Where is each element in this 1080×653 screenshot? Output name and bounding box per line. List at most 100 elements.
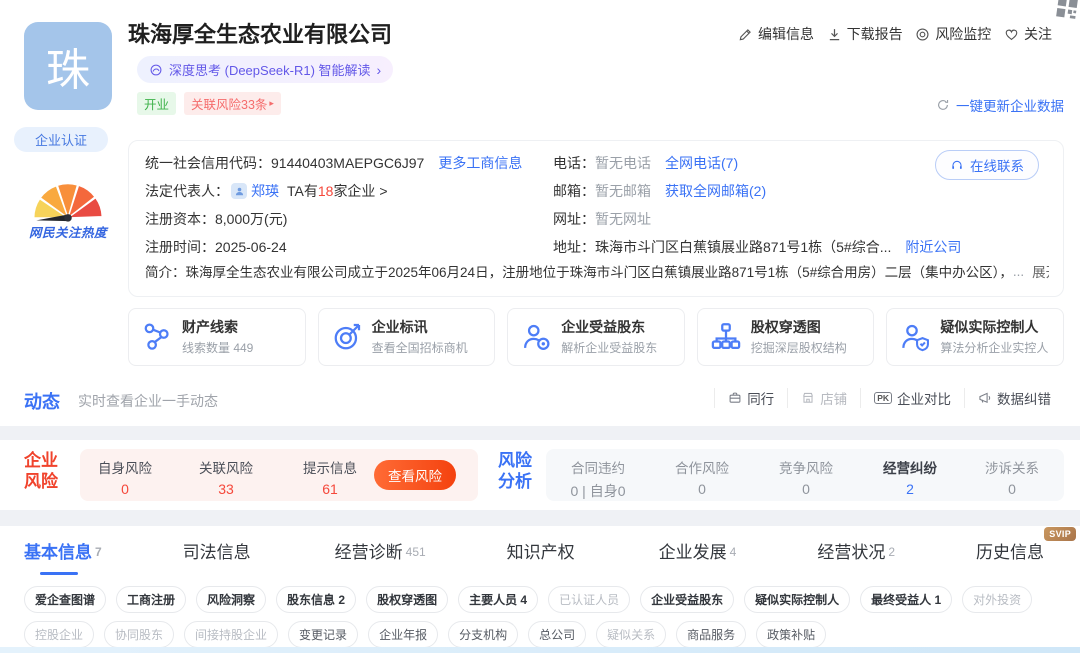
stat-label: 自身风险 bbox=[80, 457, 170, 477]
legal-rep-suffix-link[interactable]: 家企业 > bbox=[333, 181, 387, 201]
edit-info-button[interactable]: 编辑信息 bbox=[738, 24, 814, 44]
download-report-button[interactable]: 下载报告 bbox=[827, 24, 903, 44]
download-report-label: 下载报告 bbox=[847, 24, 903, 44]
tab-intellectual-property[interactable]: 知识产权 bbox=[507, 538, 578, 575]
pill-risk-insight[interactable]: 风险洞察 bbox=[196, 586, 266, 613]
card-subtitle: 挖掘深层股权结构 bbox=[751, 339, 847, 356]
tab-label: 企业发展 bbox=[659, 543, 727, 562]
contract-breach-col[interactable]: 合同违约 0 | 自身0 bbox=[546, 457, 650, 501]
enterprise-risk-title-line1: 企业 bbox=[24, 450, 58, 471]
expand-link[interactable]: 展开 ∨ bbox=[1032, 261, 1049, 281]
card-equity-chart[interactable]: 股权穿透图 挖掘深层股权结构 bbox=[697, 308, 875, 366]
reg-date-row: 注册时间： 2025-06-24 bbox=[145, 237, 287, 257]
correction-horn-icon bbox=[978, 391, 992, 405]
pill-goods-services[interactable]: 商品服务 bbox=[676, 621, 746, 648]
pill-change-records[interactable]: 变更记录 bbox=[288, 621, 358, 648]
pill-key-personnel[interactable]: 主要人员 4 bbox=[458, 586, 538, 613]
tab-label: 历史信息 bbox=[976, 543, 1044, 562]
business-dispute-col[interactable]: 经营纠纷 2 bbox=[858, 457, 962, 497]
pill-business-registration[interactable]: 工商注册 bbox=[116, 586, 186, 613]
sub-nav-pills: 爱企查图谱 工商注册 风险洞察 股东信息 2 股权穿透图 主要人员 4 已认证人… bbox=[24, 586, 1070, 648]
dynamics-title: 动态 bbox=[24, 388, 60, 414]
tab-operation-diagnosis[interactable]: 经营诊断451 bbox=[335, 538, 426, 575]
legal-rep-label: 法定代表人： bbox=[145, 181, 229, 201]
active-tab-underline bbox=[40, 572, 78, 576]
legal-rep-count: 18 bbox=[318, 183, 334, 199]
qr-code-icon[interactable] bbox=[1055, 0, 1080, 20]
email-row: 邮箱： 暂无邮箱 获取全网邮箱(2) bbox=[553, 181, 766, 201]
nearby-companies-link[interactable]: 附近公司 bbox=[905, 237, 961, 257]
tab-basic-info[interactable]: 基本信息7 bbox=[24, 538, 102, 575]
deepseek-ai-badge[interactable]: 深度思考 (DeepSeek-R1) 智能解读 › bbox=[137, 56, 393, 83]
card-title: 股权穿透图 bbox=[751, 319, 847, 336]
card-asset-clues[interactable]: 财产线索 线索数量 449 bbox=[128, 308, 306, 366]
pill-certified-personnel: 已认证人员 bbox=[548, 586, 630, 613]
person-icon bbox=[231, 183, 247, 199]
download-icon bbox=[827, 27, 842, 42]
legal-rep-name-link[interactable]: 郑瑛 bbox=[251, 181, 279, 201]
intro-text: 珠海厚全生态农业有限公司成立于2025年06月24日，注册地位于珠海市斗门区白蕉… bbox=[186, 261, 1013, 281]
analysis-label: 合同违约 bbox=[546, 457, 650, 477]
tab-company-development[interactable]: 企业发展4 bbox=[659, 538, 737, 575]
card-beneficial-shareholders[interactable]: 企业受益股东 解析企业受益股东 bbox=[507, 308, 685, 366]
get-email-link[interactable]: 获取全网邮箱(2) bbox=[665, 181, 766, 201]
update-data-link[interactable]: 一键更新企业数据 bbox=[920, 95, 1064, 115]
reg-date-value: 2025-06-24 bbox=[215, 239, 287, 255]
tab-count: 2 bbox=[888, 545, 895, 559]
company-compare-link[interactable]: PK 企业对比 bbox=[860, 388, 964, 408]
related-risk-stat[interactable]: 关联风险 33 bbox=[181, 457, 271, 497]
competition-risk-col[interactable]: 竞争风险 0 bbox=[754, 457, 858, 497]
legal-rep-mid: TA有 bbox=[287, 181, 318, 201]
email-empty-value: 暂无邮箱 bbox=[595, 181, 651, 201]
pill-suspected-controller[interactable]: 疑似实际控制人 bbox=[744, 586, 850, 613]
cooperation-risk-col[interactable]: 合作风险 0 bbox=[650, 457, 754, 497]
pill-beneficial-shareholders[interactable]: 企业受益股东 bbox=[640, 586, 734, 613]
reg-capital-label: 注册资本： bbox=[145, 209, 215, 229]
website-row: 网址： 暂无网址 bbox=[553, 209, 651, 229]
peers-link[interactable]: 同行 bbox=[714, 388, 787, 408]
pill-head-office[interactable]: 总公司 bbox=[528, 621, 586, 648]
related-risk-badge[interactable]: 关联风险33条 ▸ bbox=[184, 92, 281, 115]
stat-label: 关联风险 bbox=[181, 457, 271, 477]
view-risk-button[interactable]: 查看风险 bbox=[374, 460, 456, 490]
pill-ultimate-beneficiary[interactable]: 最终受益人 1 bbox=[860, 586, 952, 613]
data-correction-link[interactable]: 数据纠错 bbox=[964, 388, 1064, 408]
website-empty-value: 暂无网址 bbox=[595, 209, 651, 229]
online-contact-button[interactable]: 在线联系 bbox=[935, 150, 1039, 180]
section-divider bbox=[0, 426, 1080, 440]
controller-shield-icon bbox=[900, 322, 930, 352]
risk-monitor-button[interactable]: 风险监控 bbox=[915, 24, 991, 44]
all-phone-link[interactable]: 全网电话(7) bbox=[665, 153, 738, 173]
refresh-icon bbox=[936, 98, 950, 112]
credit-code-row: 统一社会信用代码： 91440403MAEPGC6J97 更多工商信息 bbox=[145, 153, 522, 173]
card-bid-news[interactable]: 企业标讯 查看全国招标商机 bbox=[318, 308, 496, 366]
pill-equity-penetration[interactable]: 股权穿透图 bbox=[366, 586, 448, 613]
beneficial-shareholder-icon bbox=[521, 322, 551, 352]
dynamics-links: 同行 店铺 PK 企业对比 数据纠错 bbox=[714, 388, 1064, 408]
follow-label: 关注 bbox=[1024, 24, 1052, 44]
tab-operation-status[interactable]: 经营状况2 bbox=[817, 538, 895, 575]
tab-label: 经营状况 bbox=[817, 543, 885, 562]
follow-button[interactable]: 关注 bbox=[1004, 24, 1052, 44]
more-business-info-link[interactable]: 更多工商信息 bbox=[438, 153, 522, 173]
shop-link[interactable]: 店铺 bbox=[787, 388, 860, 408]
pill-policy-subsidies[interactable]: 政策补贴 bbox=[756, 621, 826, 648]
feature-cards: 财产线索 线索数量 449 企业标讯 查看全国招标商机 企业受益股东 解析企业受… bbox=[128, 308, 1064, 366]
pill-shareholder-info[interactable]: 股东信息 2 bbox=[276, 586, 356, 613]
pill-annual-reports[interactable]: 企业年报 bbox=[368, 621, 438, 648]
hint-info-stat[interactable]: 提示信息 61 bbox=[285, 457, 375, 497]
tab-history-info[interactable]: 历史信息 SVIP bbox=[976, 538, 1044, 575]
headset-icon bbox=[950, 158, 964, 172]
card-actual-controller[interactable]: 疑似实际控制人 算法分析企业实控人 bbox=[886, 308, 1064, 366]
peers-bag-icon bbox=[728, 391, 742, 405]
gauge-label: 网民关注热度 bbox=[14, 222, 122, 241]
enterprise-cert-badge[interactable]: 企业认证 bbox=[14, 127, 108, 152]
pill-branches[interactable]: 分支机构 bbox=[448, 621, 518, 648]
pill-aiqicha-graph[interactable]: 爱企查图谱 bbox=[24, 586, 106, 613]
self-risk-stat[interactable]: 自身风险 0 bbox=[80, 457, 170, 497]
pill-outbound-investment: 对外投资 bbox=[962, 586, 1032, 613]
tab-judicial-info[interactable]: 司法信息 bbox=[183, 538, 254, 575]
litigation-relation-col[interactable]: 涉诉关系 0 bbox=[960, 457, 1064, 497]
svip-badge: SVIP bbox=[1044, 527, 1076, 541]
pill-holding-companies: 控股企业 bbox=[24, 621, 94, 648]
